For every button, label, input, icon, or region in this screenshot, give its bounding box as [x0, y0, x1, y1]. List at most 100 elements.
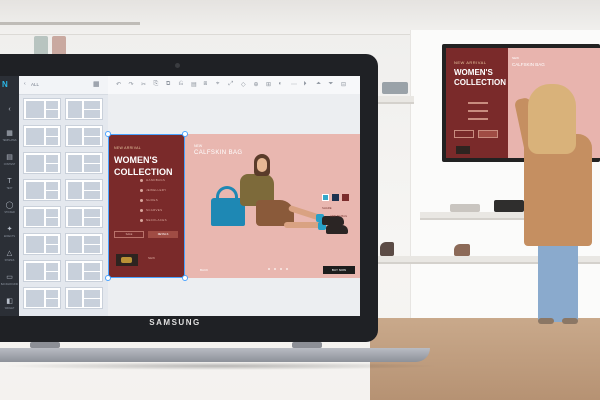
shoe-display — [380, 242, 394, 256]
toolbar-icon[interactable]: ⋯ — [291, 81, 297, 88]
editor-canvas[interactable]: NEW ARRIVAL WOMEN'S COLLECTION HANDBAGS … — [105, 94, 360, 316]
rail-tool-label: SHAPES — [4, 259, 15, 262]
toolbar-icon[interactable]: ◇ — [241, 81, 246, 88]
template-thumbnail[interactable] — [23, 125, 61, 147]
rail-tool-label: WIDGET — [4, 307, 15, 310]
woman-figure-legs — [538, 240, 578, 322]
tool-rail: N ‹ ▦ TEMPLATES ▤ CONTENT T TEXT ◯ STICKER ✦ EFFEC… — [0, 76, 19, 316]
template-thumbnail[interactable] — [65, 287, 103, 309]
rail-tool-label: STICKER — [4, 211, 15, 214]
template-thumbnail[interactable] — [23, 233, 61, 255]
color-swatch[interactable] — [342, 194, 349, 201]
template-thumbnail[interactable] — [65, 152, 103, 174]
clothing-rail — [0, 22, 140, 25]
toolbar-icon[interactable]: ⤢ — [229, 81, 234, 88]
color-swatch[interactable] — [322, 194, 329, 201]
template-thumbnail[interactable] — [65, 179, 103, 201]
pager-dot[interactable] — [280, 268, 282, 270]
tv-list-line — [468, 118, 488, 120]
pager-dot[interactable] — [274, 268, 276, 270]
tv-mini-bag — [456, 146, 470, 154]
toolbar-icon[interactable]: ◐ — [279, 81, 283, 87]
shelf — [378, 96, 414, 104]
rail-tool-icon[interactable]: △ — [4, 250, 15, 257]
product-new-tag: NEW — [194, 144, 203, 148]
rail-tool-label: EFFECTS — [4, 235, 15, 238]
tv-list-line — [468, 102, 488, 104]
selection-box[interactable] — [108, 134, 185, 278]
woman-figure-shoe — [538, 318, 554, 324]
toolbar-icon[interactable]: ⎌ — [179, 81, 184, 88]
template-thumbnail[interactable] — [23, 260, 61, 282]
back-arrow-icon[interactable]: ‹ — [24, 81, 26, 87]
woman-figure-shoe — [562, 318, 578, 324]
template-thumbnail[interactable] — [23, 98, 61, 120]
template-thumbnail[interactable] — [23, 287, 61, 309]
template-thumbnail[interactable] — [65, 260, 103, 282]
tv-new-arrival: NEW ARRIVAL — [454, 60, 487, 65]
pager-dot[interactable] — [286, 268, 288, 270]
template-thumbnail[interactable] — [23, 152, 61, 174]
toolbar-icon[interactable]: ⧉ — [166, 81, 170, 88]
laptop-screen: N ‹ ▦ TEMPLATES ▤ CONTENT T TEXT ◯ STICKER ✦ EFFEC… — [0, 76, 360, 316]
template-panel: ‹ ALL ▦ — [19, 76, 108, 316]
resize-handle[interactable] — [105, 275, 111, 281]
color-swatch[interactable] — [332, 194, 339, 201]
filter-all[interactable]: ALL — [31, 82, 39, 87]
toolbar-icon[interactable]: ⎘ — [154, 81, 159, 88]
share-label[interactable]: SHARE — [322, 206, 332, 210]
tv-button — [454, 130, 474, 138]
shoe-display — [454, 244, 470, 256]
add-to-bag-label[interactable]: ADD TO BAG — [330, 214, 347, 218]
tv-product-title: CALFSKIN BAG — [512, 62, 545, 67]
template-thumbnail[interactable] — [65, 233, 103, 255]
woman-figure-hair — [528, 84, 576, 154]
model-face — [257, 158, 267, 172]
rail-tool-icon[interactable]: T — [4, 178, 15, 185]
laptop-base — [0, 348, 430, 362]
tv-button — [478, 130, 498, 138]
tv-left-panel: NEW ARRIVAL WOMEN'S COLLECTION — [446, 48, 508, 158]
toolbar-icon[interactable]: ⧈ — [204, 81, 208, 88]
rail-tool-label: BACKGROUND — [0, 283, 19, 286]
template-thumbnail[interactable] — [23, 206, 61, 228]
rail-tool-icon[interactable]: ▦ — [4, 130, 15, 137]
template-thumbnail[interactable] — [65, 125, 103, 147]
rail-tool-label: TEXT — [6, 187, 13, 190]
toolbar-icon[interactable]: ⏶ — [316, 81, 321, 88]
toolbar-icon[interactable]: ✂ — [141, 81, 146, 88]
toolbar-icon[interactable]: ⊕ — [254, 81, 259, 88]
shelf — [420, 212, 530, 220]
tv-title: WOMEN'S COLLECTION — [454, 68, 506, 87]
rail-tool-icon[interactable]: ▤ — [4, 154, 15, 161]
buy-now-button[interactable]: BUY NOW — [323, 266, 355, 274]
model-boot — [326, 225, 348, 234]
toolbar-icon[interactable]: ↷ — [129, 81, 134, 88]
rail-tool-icon[interactable]: ✦ — [4, 226, 15, 233]
back-label[interactable]: BACK — [200, 268, 208, 272]
grid-view-icon[interactable]: ▦ — [93, 80, 100, 88]
template-thumbnail[interactable] — [65, 98, 103, 120]
webcam — [175, 63, 180, 68]
toolbar-icon[interactable]: ⊞ — [266, 81, 271, 88]
toolbar-icon[interactable]: ⏵ — [304, 81, 307, 88]
pager-dot[interactable] — [268, 268, 270, 270]
toolbar-icon[interactable]: ⏷ — [329, 81, 334, 88]
tv-list-line — [468, 110, 488, 112]
panel-header: ‹ ALL ▦ — [19, 76, 108, 95]
hanging-garment — [34, 36, 48, 56]
template-thumbnail[interactable] — [23, 179, 61, 201]
resize-handle[interactable] — [182, 131, 188, 137]
rail-tool-icon[interactable]: ◯ — [4, 202, 15, 209]
rail-tool-icon[interactable]: ‹ — [4, 106, 15, 113]
resize-handle[interactable] — [105, 131, 111, 137]
rail-tool-icon[interactable]: ◧ — [4, 298, 15, 305]
rail-tool-icon[interactable]: ▭ — [4, 274, 15, 281]
resize-handle[interactable] — [182, 275, 188, 281]
toolbar-icon[interactable]: ⌖ — [216, 81, 219, 88]
laptop-shadow — [0, 362, 440, 370]
toolbar-icon[interactable]: ↶ — [116, 81, 121, 88]
toolbar-icon[interactable]: ▤ — [191, 81, 197, 88]
template-thumbnail[interactable] — [65, 206, 103, 228]
toolbar-icon[interactable]: ⊟ — [341, 81, 346, 88]
